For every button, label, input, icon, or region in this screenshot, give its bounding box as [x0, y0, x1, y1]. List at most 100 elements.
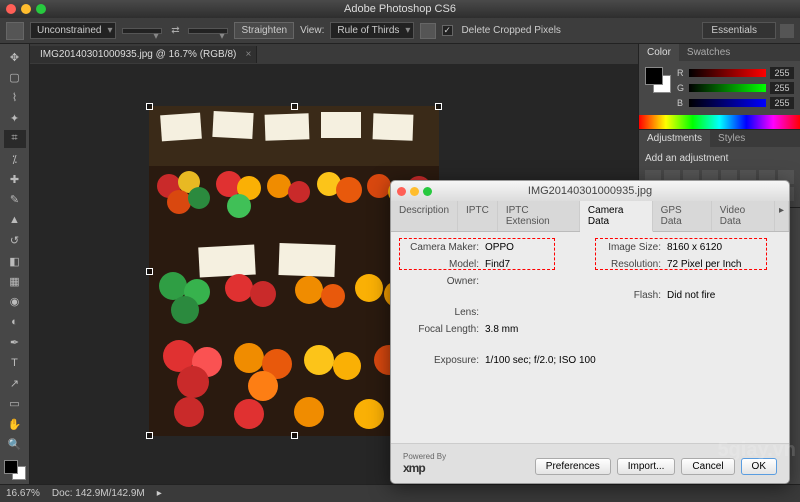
dodge-tool[interactable]: ◐: [4, 313, 26, 331]
document-tabs: IMG20140301000935.jpg @ 16.7% (RGB/8) ×: [30, 44, 638, 64]
b-slider[interactable]: [689, 99, 766, 107]
workspace-dropdown[interactable]: Essentials: [702, 22, 776, 39]
document-tab[interactable]: IMG20140301000935.jpg @ 16.7% (RGB/8) ×: [30, 46, 257, 63]
exposure-value: 1/100 sec; f/2.0; ISO 100: [485, 355, 596, 366]
tab-description[interactable]: Description: [391, 201, 458, 231]
window-controls: [6, 4, 46, 14]
dialog-title: IMG20140301000935.jpg: [528, 185, 652, 197]
crop-handle[interactable]: [146, 103, 153, 110]
delete-cropped-checkbox[interactable]: [442, 25, 453, 36]
width-input[interactable]: [122, 28, 162, 34]
g-slider[interactable]: [689, 84, 766, 92]
doc-size[interactable]: Doc: 142.9M/142.9M: [52, 488, 145, 499]
resolution-value: 72 Pixel per Inch: [667, 259, 742, 270]
g-value[interactable]: 255: [770, 82, 794, 94]
crop-tool-icon[interactable]: [6, 22, 24, 40]
powered-by-label: Powered By: [403, 452, 446, 461]
image-size-value: 8160 x 6120: [667, 242, 722, 253]
flash-value: Did not fire: [667, 290, 715, 301]
color-swatches[interactable]: [4, 460, 26, 480]
dialog-close-icon[interactable]: [397, 187, 406, 196]
tab-camera-data[interactable]: Camera Data: [580, 201, 653, 232]
tab-iptc-ext[interactable]: IPTC Extension: [498, 201, 580, 231]
dialog-zoom-icon[interactable]: [423, 187, 432, 196]
focal-label: Focal Length:: [405, 324, 479, 335]
brush-tool[interactable]: ✎: [4, 191, 26, 209]
minimize-icon[interactable]: [21, 4, 31, 14]
resolution-label: Resolution:: [601, 259, 661, 270]
status-arrow-icon[interactable]: ▸: [157, 488, 162, 499]
overlay-dropdown[interactable]: Rule of Thirds: [330, 22, 414, 39]
adjustments-tab[interactable]: Adjustments: [639, 130, 710, 147]
exposure-label: Exposure:: [405, 355, 479, 366]
tab-gps-data[interactable]: GPS Data: [653, 201, 712, 231]
crop-handle[interactable]: [291, 432, 298, 439]
add-adjustment-label: Add an adjustment: [645, 153, 794, 164]
tab-iptc[interactable]: IPTC: [458, 201, 498, 231]
height-input[interactable]: [188, 28, 228, 34]
pen-tool[interactable]: ✒: [4, 333, 26, 351]
app-title: Adobe Photoshop CS6: [344, 3, 456, 15]
preferences-button[interactable]: Preferences: [535, 458, 611, 475]
tab-overflow-icon[interactable]: ▸: [775, 201, 789, 231]
g-label: G: [677, 83, 685, 93]
tab-video-data[interactable]: Video Data: [712, 201, 775, 231]
r-label: R: [677, 68, 685, 78]
search-icon[interactable]: [780, 24, 794, 38]
crop-handle[interactable]: [291, 103, 298, 110]
lens-label: Lens:: [405, 307, 479, 318]
delete-cropped-label: Delete Cropped Pixels: [461, 25, 561, 36]
crop-tool[interactable]: ⌗: [4, 130, 26, 148]
swatches-tab[interactable]: Swatches: [679, 44, 738, 61]
status-bar: 16.67% Doc: 142.9M/142.9M ▸: [0, 484, 800, 502]
b-value[interactable]: 255: [770, 97, 794, 109]
hand-tool[interactable]: ✋: [4, 415, 26, 433]
history-brush-tool[interactable]: ↺: [4, 232, 26, 250]
owner-label: Owner:: [405, 276, 479, 287]
xmp-logo: Powered By xmp: [403, 452, 446, 475]
crop-handle[interactable]: [146, 268, 153, 275]
dialog-titlebar[interactable]: IMG20140301000935.jpg: [391, 181, 789, 201]
gradient-tool[interactable]: ▦: [4, 272, 26, 290]
toolbox: ✥ ▢ ⌇ ✦ ⌗ ⁒ ✚ ✎ ▲ ↺ ◧ ▦ ◉ ◐ ✒ T ↗ ▭ ✋ 🔍: [0, 44, 30, 484]
r-slider[interactable]: [689, 69, 766, 77]
dialog-footer: Powered By xmp Preferences Import... Can…: [391, 443, 789, 483]
close-tab-icon[interactable]: ×: [246, 49, 252, 60]
dialog-body: Camera Maker:OPPO Model:Find7 Owner: Len…: [391, 232, 789, 443]
blur-tool[interactable]: ◉: [4, 293, 26, 311]
marquee-tool[interactable]: ▢: [4, 68, 26, 86]
shape-tool[interactable]: ▭: [4, 395, 26, 413]
r-value[interactable]: 255: [770, 67, 794, 79]
import-button[interactable]: Import...: [617, 458, 676, 475]
zoom-level[interactable]: 16.67%: [6, 488, 40, 499]
wand-tool[interactable]: ✦: [4, 109, 26, 127]
image-size-label: Image Size:: [601, 242, 661, 253]
styles-tab[interactable]: Styles: [710, 130, 753, 147]
heal-tool[interactable]: ✚: [4, 170, 26, 188]
settings-icon[interactable]: [420, 23, 436, 39]
straighten-button[interactable]: Straighten: [234, 22, 294, 39]
options-bar: Unconstrained ⇄ Straighten View: Rule of…: [0, 18, 800, 44]
fg-bg-swatch[interactable]: [645, 67, 671, 93]
ratio-dropdown[interactable]: Unconstrained: [30, 22, 116, 39]
swap-icon[interactable]: ⇄: [168, 25, 182, 36]
type-tool[interactable]: T: [4, 354, 26, 372]
cancel-button[interactable]: Cancel: [681, 458, 734, 475]
zoom-icon[interactable]: [36, 4, 46, 14]
eyedropper-tool[interactable]: ⁒: [4, 150, 26, 168]
close-icon[interactable]: [6, 4, 16, 14]
eraser-tool[interactable]: ◧: [4, 252, 26, 270]
color-tab[interactable]: Color: [639, 44, 679, 61]
move-tool[interactable]: ✥: [4, 48, 26, 66]
zoom-tool[interactable]: 🔍: [4, 435, 26, 453]
dialog-tabs: Description IPTC IPTC Extension Camera D…: [391, 201, 789, 232]
color-spectrum[interactable]: [639, 115, 800, 129]
lasso-tool[interactable]: ⌇: [4, 89, 26, 107]
path-tool[interactable]: ↗: [4, 374, 26, 392]
ok-button[interactable]: OK: [741, 458, 777, 475]
highlight-annotation: [399, 238, 555, 270]
dialog-minimize-icon[interactable]: [410, 187, 419, 196]
crop-handle[interactable]: [146, 432, 153, 439]
stamp-tool[interactable]: ▲: [4, 211, 26, 229]
crop-handle[interactable]: [435, 103, 442, 110]
